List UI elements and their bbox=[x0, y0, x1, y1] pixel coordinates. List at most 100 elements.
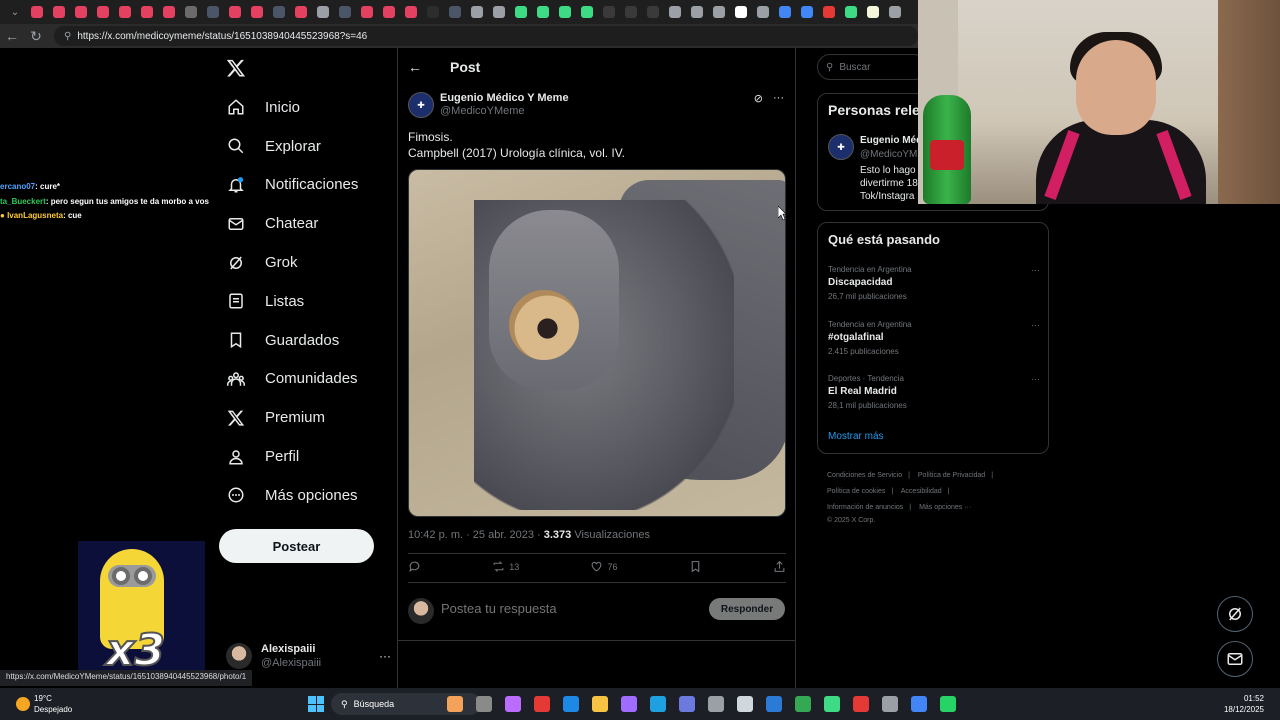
taskbar-app-icon[interactable] bbox=[824, 696, 840, 712]
taskbar-app-icon[interactable] bbox=[737, 696, 753, 712]
browser-tab[interactable] bbox=[642, 1, 664, 23]
author-handle[interactable]: @MedicoYMeme bbox=[440, 105, 569, 118]
nav-item-perfil[interactable]: Perfil bbox=[219, 437, 394, 476]
footer-link[interactable]: Más opciones ··· bbox=[919, 504, 971, 511]
more-icon[interactable]: ··· bbox=[1031, 320, 1040, 330]
more-icon[interactable]: ··· bbox=[773, 92, 784, 118]
browser-tab[interactable] bbox=[158, 1, 180, 23]
reply-input[interactable] bbox=[441, 601, 691, 616]
taskbar-app-icon[interactable] bbox=[621, 696, 637, 712]
footer-link[interactable]: Condiciones de Servicio bbox=[827, 472, 902, 479]
trend-item[interactable]: Tendencia en Argentina Discapacidad 26,7… bbox=[828, 265, 1040, 303]
grok-icon[interactable]: ⊘ bbox=[754, 92, 763, 118]
browser-tab[interactable] bbox=[862, 1, 884, 23]
reply-button[interactable] bbox=[408, 560, 421, 573]
footer-link[interactable]: Información de anuncios bbox=[827, 504, 903, 511]
system-clock[interactable]: 01:52 18/12/2025 bbox=[1224, 693, 1264, 715]
reply-submit-button[interactable]: Responder bbox=[709, 598, 785, 620]
browser-tab[interactable] bbox=[180, 1, 202, 23]
nav-item-más-opciones[interactable]: Más opciones bbox=[219, 476, 394, 515]
browser-tab[interactable] bbox=[268, 1, 290, 23]
browser-tab[interactable] bbox=[400, 1, 422, 23]
taskbar-app-icon[interactable] bbox=[679, 696, 695, 712]
browser-tab[interactable] bbox=[70, 1, 92, 23]
taskbar-app-icon[interactable] bbox=[853, 696, 869, 712]
messages-button[interactable] bbox=[1217, 641, 1253, 677]
back-arrow-icon[interactable]: ← bbox=[0, 28, 24, 44]
tab-list-chevron-icon[interactable]: ⌄ bbox=[4, 1, 26, 23]
author-avatar[interactable]: ✚ bbox=[408, 92, 434, 118]
show-more-link[interactable]: Mostrar más bbox=[828, 431, 884, 442]
back-arrow-icon[interactable]: ← bbox=[408, 59, 428, 75]
taskbar-app-icon[interactable] bbox=[940, 696, 956, 712]
more-icon[interactable]: ··· bbox=[379, 649, 391, 663]
browser-tab[interactable] bbox=[378, 1, 400, 23]
browser-tab[interactable] bbox=[48, 1, 70, 23]
search-input[interactable]: ⚲ Buscar bbox=[817, 54, 927, 80]
browser-tab[interactable] bbox=[576, 1, 598, 23]
more-icon[interactable]: ··· bbox=[1031, 374, 1040, 384]
like-button[interactable]: 76 bbox=[590, 560, 618, 573]
trend-item[interactable]: Deportes · Tendencia El Real Madrid 28,1… bbox=[828, 374, 1040, 412]
taskbar-app-icon[interactable] bbox=[592, 696, 608, 712]
more-icon[interactable]: ··· bbox=[1031, 265, 1040, 275]
browser-tab[interactable] bbox=[488, 1, 510, 23]
taskbar-app-icon[interactable] bbox=[911, 696, 927, 712]
author-avatar[interactable]: ✚ bbox=[828, 134, 854, 160]
browser-tab[interactable] bbox=[356, 1, 378, 23]
browser-tab[interactable] bbox=[554, 1, 576, 23]
browser-tab[interactable] bbox=[774, 1, 796, 23]
browser-tab[interactable] bbox=[422, 1, 444, 23]
browser-tab[interactable] bbox=[664, 1, 686, 23]
browser-tab[interactable] bbox=[532, 1, 554, 23]
grok-button[interactable] bbox=[1217, 596, 1253, 632]
share-button[interactable] bbox=[773, 560, 786, 573]
nav-item-notificaciones[interactable]: Notificaciones bbox=[219, 166, 394, 205]
taskbar-app-icon[interactable] bbox=[476, 696, 492, 712]
browser-tab[interactable] bbox=[224, 1, 246, 23]
address-bar[interactable]: ⚲ https://x.com/medicoymeme/status/16510… bbox=[54, 26, 918, 46]
footer-link[interactable]: Política de cookies bbox=[827, 488, 885, 495]
relevant-name[interactable]: Eugenio Méd bbox=[860, 135, 922, 146]
nav-item-inicio[interactable]: Inicio bbox=[219, 88, 394, 127]
site-info-icon[interactable]: ⚲ bbox=[64, 31, 71, 42]
reload-icon[interactable]: ↻ bbox=[24, 28, 48, 45]
taskbar-app-icon[interactable] bbox=[708, 696, 724, 712]
post-image[interactable] bbox=[408, 169, 786, 517]
trend-item[interactable]: Tendencia en Argentina #otgalafinal 2.41… bbox=[828, 320, 1040, 358]
repost-button[interactable]: 13 bbox=[492, 560, 519, 573]
post-button[interactable]: Postear bbox=[219, 529, 374, 563]
taskbar-app-icon[interactable] bbox=[447, 696, 463, 712]
browser-tab[interactable] bbox=[818, 1, 840, 23]
browser-tab[interactable] bbox=[840, 1, 862, 23]
taskbar-app-icon[interactable] bbox=[795, 696, 811, 712]
footer-link[interactable]: Accesibilidad bbox=[901, 488, 942, 495]
taskbar-app-icon[interactable] bbox=[766, 696, 782, 712]
browser-tab[interactable] bbox=[26, 1, 48, 23]
windows-start-icon[interactable] bbox=[308, 696, 324, 712]
browser-tab[interactable] bbox=[598, 1, 620, 23]
taskbar-app-icon[interactable] bbox=[534, 696, 550, 712]
nav-item-chatear[interactable]: Chatear bbox=[219, 204, 394, 243]
browser-tab[interactable] bbox=[884, 1, 906, 23]
browser-tab[interactable] bbox=[246, 1, 268, 23]
browser-tab[interactable] bbox=[730, 1, 752, 23]
taskbar-app-icon[interactable] bbox=[882, 696, 898, 712]
taskbar-app-icon[interactable] bbox=[505, 696, 521, 712]
browser-tab[interactable] bbox=[752, 1, 774, 23]
nav-item-explorar[interactable]: Explorar bbox=[219, 127, 394, 166]
x-logo-icon[interactable] bbox=[226, 58, 246, 78]
browser-tab[interactable] bbox=[466, 1, 488, 23]
browser-tab[interactable] bbox=[114, 1, 136, 23]
browser-tab[interactable] bbox=[444, 1, 466, 23]
browser-tab[interactable] bbox=[202, 1, 224, 23]
browser-tab[interactable] bbox=[620, 1, 642, 23]
account-switcher[interactable]: Alexispaiii @Alexispaiii ··· bbox=[226, 640, 391, 672]
nav-item-guardados[interactable]: Guardados bbox=[219, 321, 394, 360]
author-name[interactable]: Eugenio Médico Y Meme bbox=[440, 92, 569, 105]
browser-tab[interactable] bbox=[92, 1, 114, 23]
browser-tab[interactable] bbox=[136, 1, 158, 23]
bookmark-button[interactable] bbox=[689, 560, 702, 573]
browser-tab[interactable] bbox=[796, 1, 818, 23]
browser-tab[interactable] bbox=[334, 1, 356, 23]
